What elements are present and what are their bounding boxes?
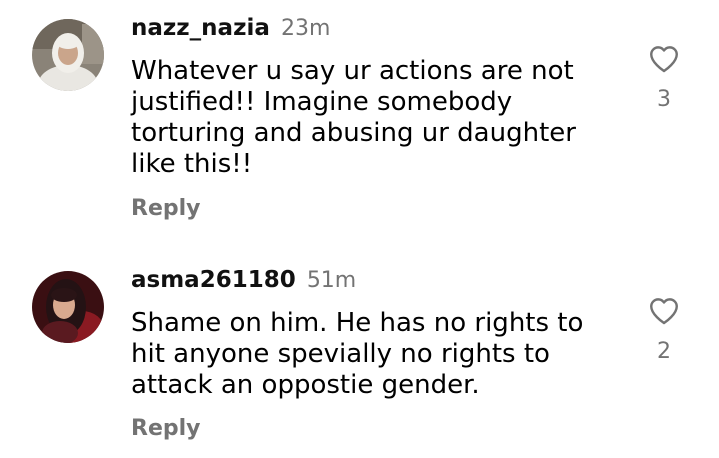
avatar[interactable] (32, 271, 104, 343)
avatar[interactable] (32, 19, 104, 91)
reply-button[interactable]: Reply (131, 198, 201, 220)
comment-text-line: hit anyone spevially no rights to (131, 339, 550, 369)
comment-item: asma261180 51m Shame on him. He has no r… (0, 240, 719, 458)
comment-text-line: justified!! Imagine somebody (131, 87, 513, 117)
comment-text-line: attack an oppostie gender. (131, 370, 480, 400)
username-link[interactable]: asma261180 (131, 267, 296, 293)
reply-button[interactable]: Reply (131, 418, 201, 440)
comment-text-line: Whatever u say ur actions are not (131, 56, 574, 86)
comment-header: asma261180 51m (131, 269, 356, 292)
comment-timestamp: 51m (306, 268, 357, 293)
heart-outline-icon (650, 298, 678, 325)
comment-text: Shame on him. He has no rights to hit an… (131, 308, 601, 401)
comment-header: nazz_nazia 23m (131, 17, 330, 40)
like-count: 3 (657, 87, 671, 112)
like-button[interactable] (646, 294, 682, 328)
comment-text-line: like this!! (131, 149, 253, 179)
comment-text-line: Shame on him. He has no rights to (131, 308, 584, 338)
like-button[interactable] (646, 42, 682, 76)
avatar-photo (32, 271, 104, 343)
comment-timestamp: 23m (280, 16, 331, 41)
avatar-photo (32, 19, 104, 91)
comment-text-line: torturing and abusing ur daughter (131, 118, 576, 148)
comment-item: nazz_nazia 23m Whatever u say ur actions… (0, 0, 719, 240)
like-count: 2 (657, 339, 671, 364)
comment-text: Whatever u say ur actions are not justif… (131, 56, 601, 180)
heart-outline-icon (650, 46, 678, 73)
username-link[interactable]: nazz_nazia (131, 15, 270, 41)
